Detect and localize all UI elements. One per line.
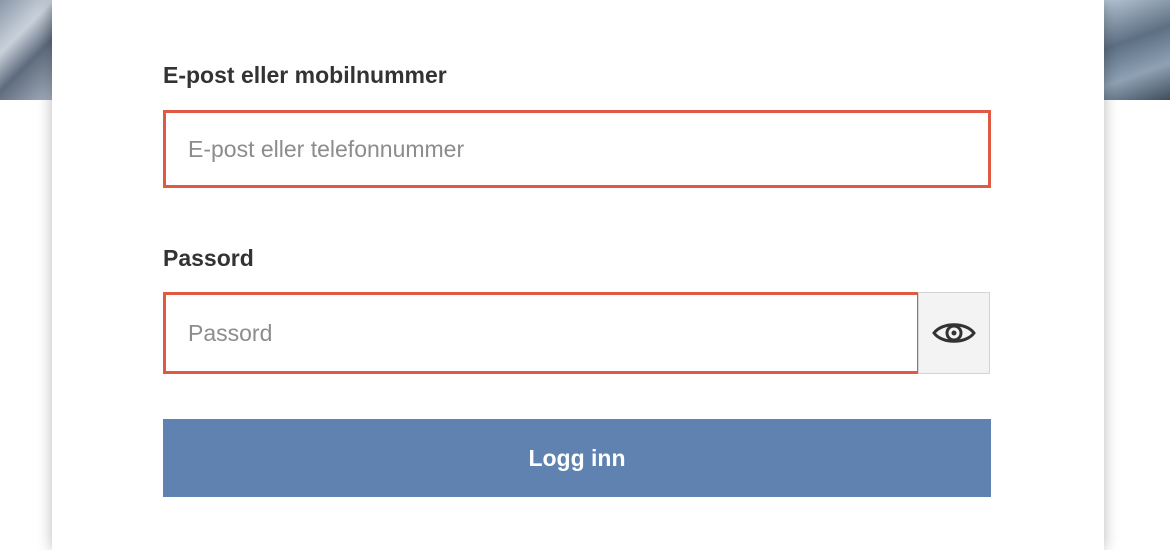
eye-icon [932, 323, 976, 343]
email-field-wrapper [163, 110, 991, 188]
password-field-wrapper [163, 292, 920, 374]
password-input[interactable] [166, 295, 917, 371]
email-input[interactable] [166, 113, 988, 185]
email-label: E-post eller mobilnummer [163, 62, 447, 88]
login-card: E-post eller mobilnummer Passord Logg in… [52, 0, 1104, 550]
show-password-button[interactable] [918, 292, 990, 374]
login-button[interactable]: Logg inn [163, 419, 991, 497]
background-image-left [0, 0, 52, 100]
password-label: Passord [163, 245, 254, 271]
background-image-right [1104, 0, 1170, 100]
